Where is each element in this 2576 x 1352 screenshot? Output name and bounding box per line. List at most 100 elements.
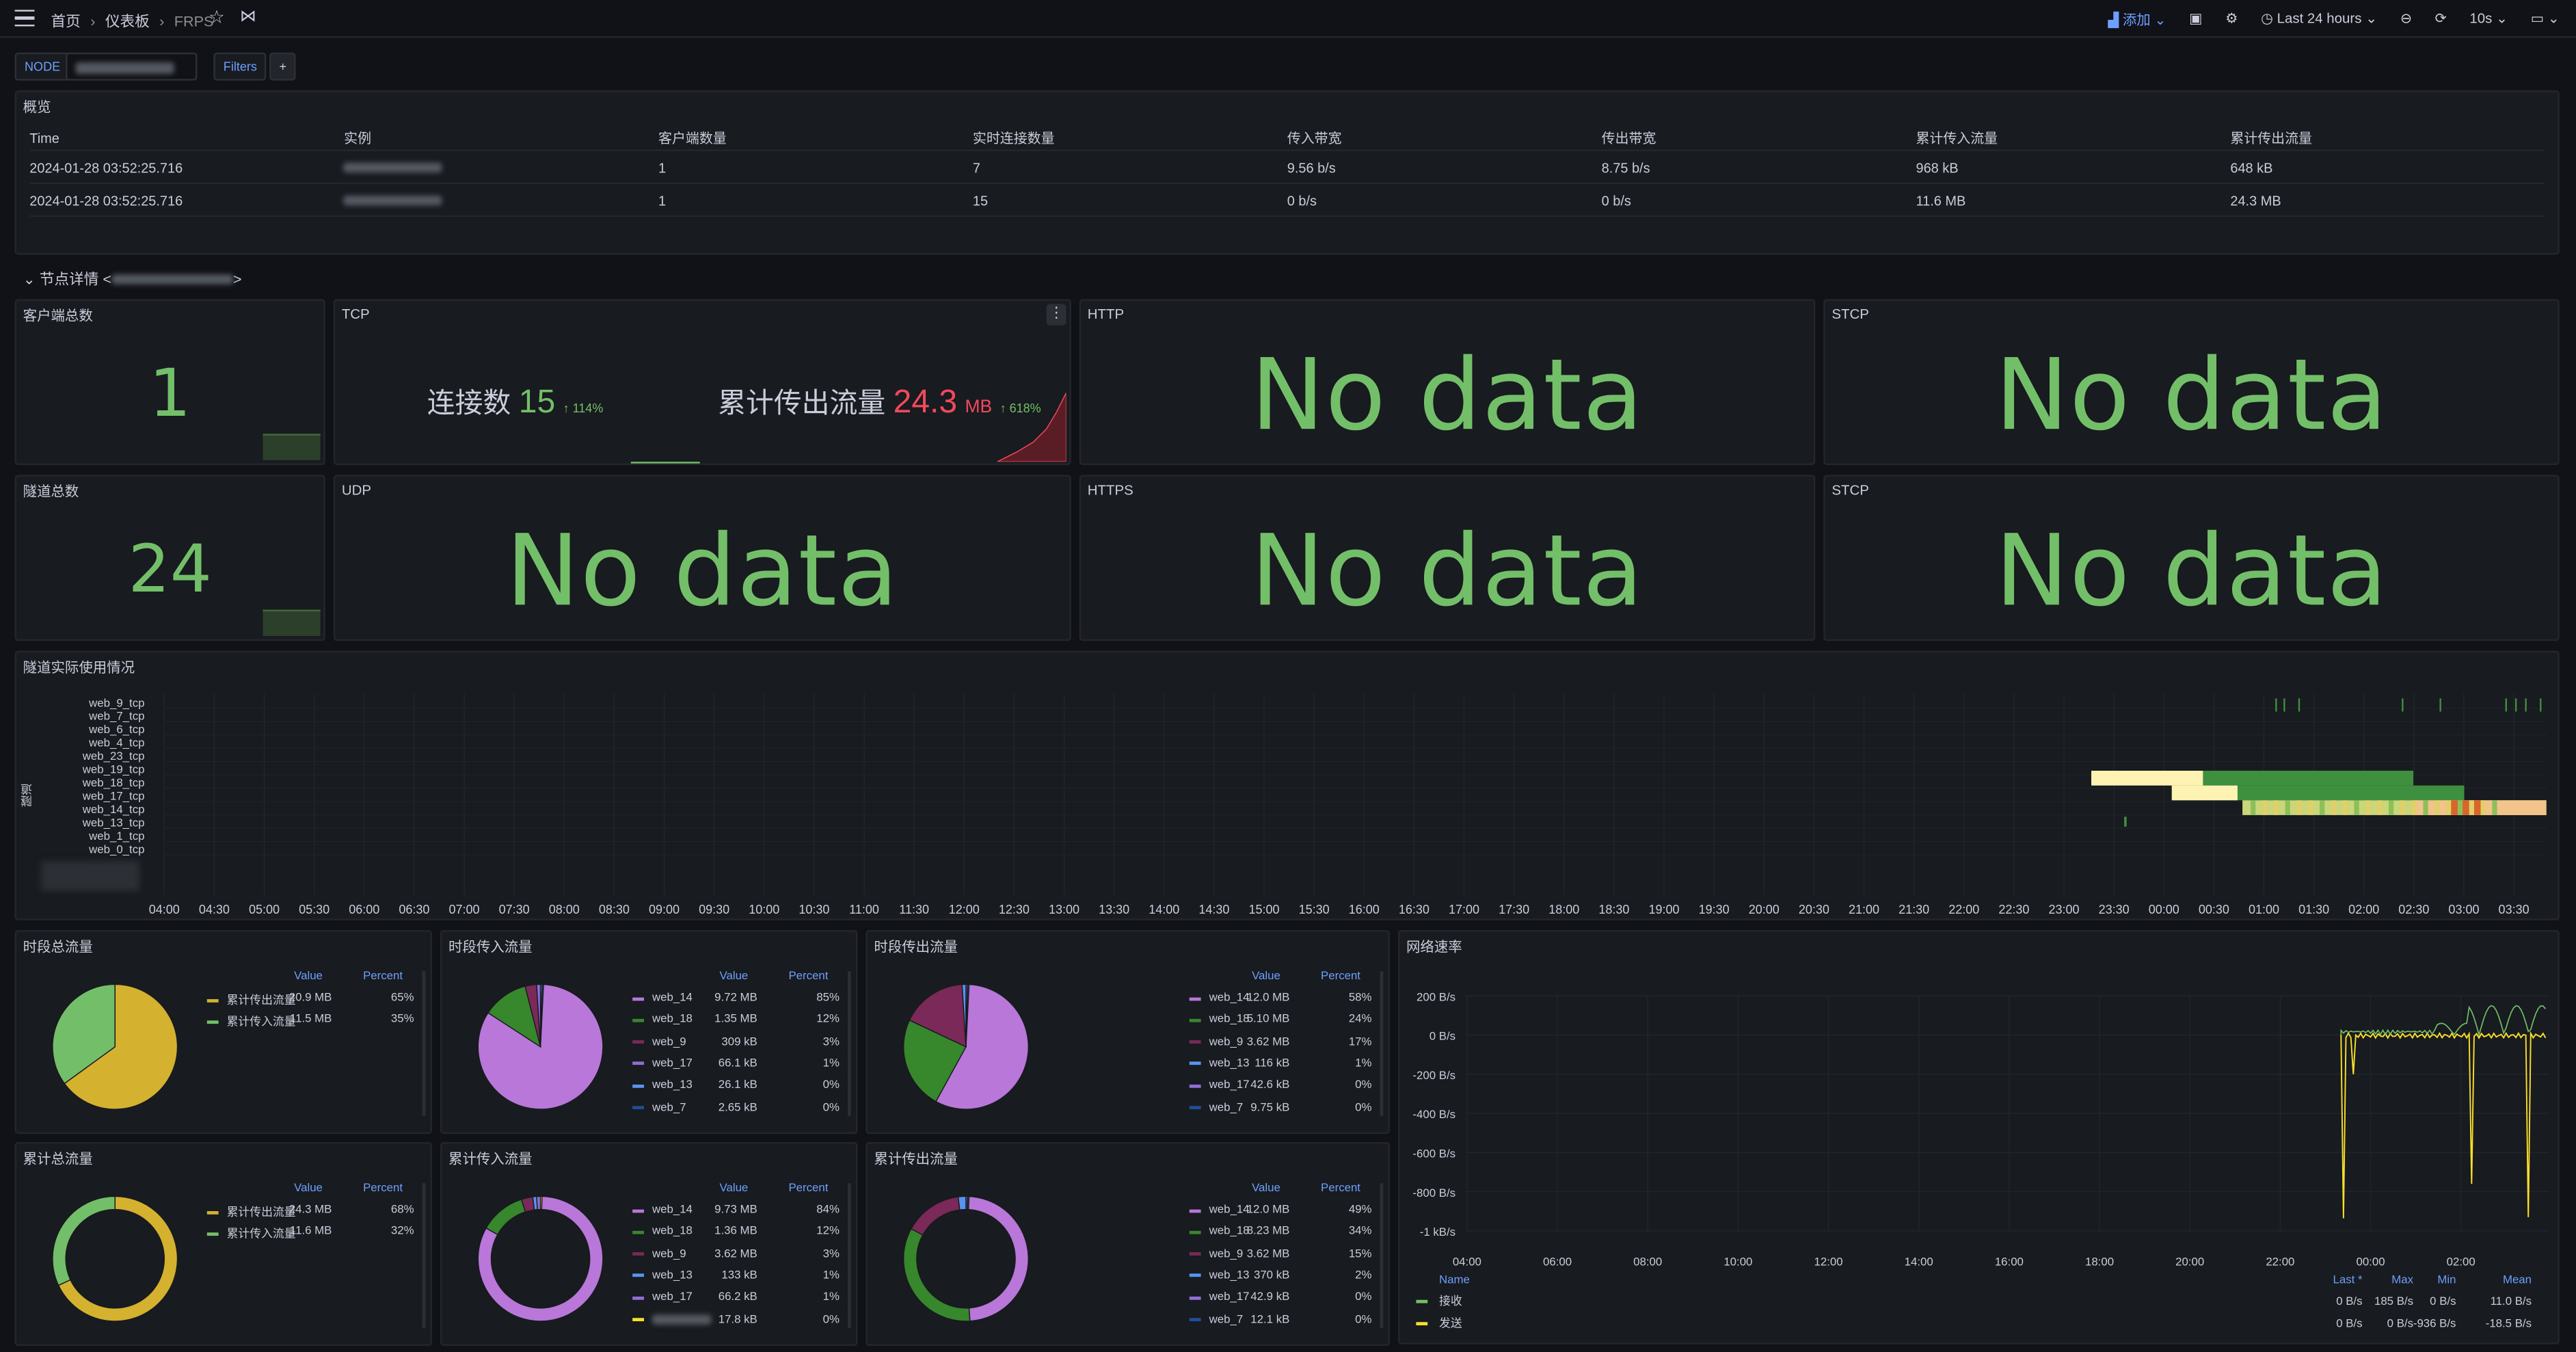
legend-value: 1.36 MB: [714, 1226, 757, 1238]
pie-slice[interactable]: [536, 1195, 541, 1210]
legend-value-header[interactable]: Value: [1252, 971, 1280, 983]
legend-swatch: [632, 1062, 644, 1066]
heatmap-cell: [2354, 800, 2359, 815]
star-icon[interactable]: ☆: [209, 7, 225, 28]
add-filter-button[interactable]: +: [269, 52, 297, 81]
legend-item[interactable]: web_13: [1189, 1058, 1419, 1070]
legend-value-header[interactable]: Value: [720, 971, 749, 983]
legend-percent-header[interactable]: Percent: [363, 1183, 403, 1195]
overview-title: 概览: [23, 98, 51, 116]
table-cell: 1: [658, 191, 667, 208]
share-icon[interactable]: ⋈: [240, 8, 256, 26]
tcp-connections-sparkline: [630, 462, 700, 464]
legend-label: web_14: [652, 1204, 693, 1217]
pie-slice[interactable]: [485, 1198, 526, 1236]
legend-item[interactable]: web_18: [1189, 1226, 1419, 1238]
save-icon[interactable]: ▣: [2189, 10, 2202, 27]
legend-percent-header[interactable]: Percent: [1321, 971, 1360, 983]
heatmap-cell: [2308, 800, 2313, 815]
table-cell: 2024-01-28 03:52:25.716: [29, 158, 183, 175]
x-tick-label: 11:30: [899, 903, 929, 916]
legend-value: 9.75 kB: [1250, 1102, 1290, 1114]
legend-item[interactable]: web_7: [1189, 1314, 1419, 1325]
legend-cell[interactable]: 发送: [1439, 1316, 1462, 1329]
tunnels-total-panel: 隧道总数 24: [14, 475, 325, 641]
column-header[interactable]: 实时连接数量: [973, 128, 1287, 148]
column-header[interactable]: 实例: [344, 128, 658, 148]
legend-item[interactable]: web_9: [1189, 1036, 1419, 1048]
legend-cell: 185 B/s: [2374, 1295, 2413, 1308]
breadcrumb-current[interactable]: FRPS: [174, 12, 214, 29]
legend-percent-header[interactable]: Percent: [363, 971, 403, 983]
legend-item[interactable]: web_17: [1189, 1080, 1419, 1091]
legend-header[interactable]: Max: [2391, 1273, 2413, 1286]
legend-cell[interactable]: 接收: [1439, 1295, 1462, 1308]
legend-item[interactable]: web_14: [1189, 1204, 1419, 1216]
x-tick-label: 07:00: [448, 903, 479, 916]
legend-percent-header[interactable]: Percent: [788, 971, 828, 983]
legend-scrollbar[interactable]: [1380, 1183, 1384, 1328]
breadcrumb-dashboards[interactable]: 仪表板: [105, 10, 150, 31]
legend-value-header[interactable]: Value: [294, 971, 323, 983]
menu-icon[interactable]: [14, 10, 35, 27]
refresh-icon[interactable]: ⟳: [2435, 10, 2447, 27]
pie-slice[interactable]: [539, 1195, 543, 1210]
panel-menu-icon[interactable]: ⋮: [1046, 304, 1066, 326]
heatmap-cell: [2342, 800, 2348, 815]
legend-scrollbar[interactable]: [422, 971, 426, 1116]
column-header[interactable]: 累计传出流量: [2230, 128, 2545, 148]
x-tick-label: 15:00: [1248, 903, 1279, 916]
legend-swatch: [632, 1084, 644, 1088]
node-select[interactable]: [66, 52, 198, 81]
legend-item[interactable]: web_17: [1189, 1292, 1419, 1303]
column-header[interactable]: 累计传入流量: [1916, 128, 2230, 148]
legend-item[interactable]: web_9: [1189, 1248, 1419, 1260]
legend-item[interactable]: web_14: [1189, 992, 1419, 1004]
y-tick-label: web_23_tcp: [82, 750, 145, 763]
add-button[interactable]: ▟ 添加 ⌄: [2108, 9, 2166, 29]
column-header[interactable]: 传入带宽: [1287, 128, 1602, 148]
pie-slice[interactable]: [910, 1196, 961, 1236]
legend-header[interactable]: Name: [1439, 1273, 1470, 1286]
legend-value-header[interactable]: Value: [294, 1183, 323, 1195]
stcp-title-2: STCP: [1832, 481, 1869, 499]
x-tick-label: 18:00: [1548, 903, 1579, 916]
legend-header[interactable]: Last *: [2333, 1273, 2363, 1286]
row-header-node-details[interactable]: ⌄ 节点详情 < >: [23, 268, 242, 289]
legend-header[interactable]: Min: [2437, 1273, 2456, 1286]
legend-scrollbar[interactable]: [422, 1183, 426, 1328]
filters-button[interactable]: Filters: [213, 52, 267, 81]
x-tick-label: 10:30: [799, 903, 829, 916]
refresh-interval[interactable]: 10s ⌄: [2469, 10, 2508, 27]
node-variable-label: NODE: [14, 52, 70, 81]
legend-item[interactable]: web_7: [1189, 1102, 1419, 1113]
time-picker[interactable]: ◷ Last 24 hours ⌄: [2261, 10, 2377, 27]
legend-item[interactable]: web_18: [1189, 1014, 1419, 1026]
pie-slice[interactable]: [957, 1195, 967, 1210]
legend-header[interactable]: Mean: [2503, 1273, 2532, 1286]
pie-slice[interactable]: [967, 1195, 970, 1210]
heatmap-cell: [2540, 698, 2542, 712]
breadcrumb-home[interactable]: 首页: [51, 10, 80, 31]
column-header[interactable]: Time: [29, 130, 344, 146]
legend-scrollbar[interactable]: [1380, 971, 1384, 1116]
legend-value: 9.72 MB: [714, 992, 757, 1005]
legend-scrollbar[interactable]: [847, 971, 851, 1116]
legend-scrollbar[interactable]: [847, 1183, 851, 1328]
legend-value-header[interactable]: Value: [720, 1183, 749, 1195]
zoom-out-icon[interactable]: ⊖: [2400, 10, 2412, 27]
pie-slice[interactable]: [965, 1195, 1029, 1322]
legend-percent-header[interactable]: Percent: [1321, 1183, 1360, 1195]
legend-percent-header[interactable]: Percent: [788, 1183, 828, 1195]
pie-slice[interactable]: [902, 1228, 971, 1322]
gear-icon[interactable]: ⚙: [2225, 10, 2238, 27]
legend-percent: 1%: [822, 1270, 840, 1282]
pie-slice[interactable]: [52, 1195, 116, 1286]
column-header[interactable]: 客户端数量: [658, 128, 973, 148]
legend-value-header[interactable]: Value: [1252, 1183, 1280, 1195]
legend-item[interactable]: web_13: [1189, 1270, 1419, 1282]
tv-mode-icon[interactable]: ▭ ⌄: [2531, 10, 2560, 27]
y-tick-label: web_9_tcp: [88, 696, 144, 709]
table-row: 2024-01-28 03:52:25.716 1 7 9.56 b/s 8.75 b/…: [29, 151, 2545, 185]
column-header[interactable]: 传出带宽: [1602, 128, 1916, 148]
